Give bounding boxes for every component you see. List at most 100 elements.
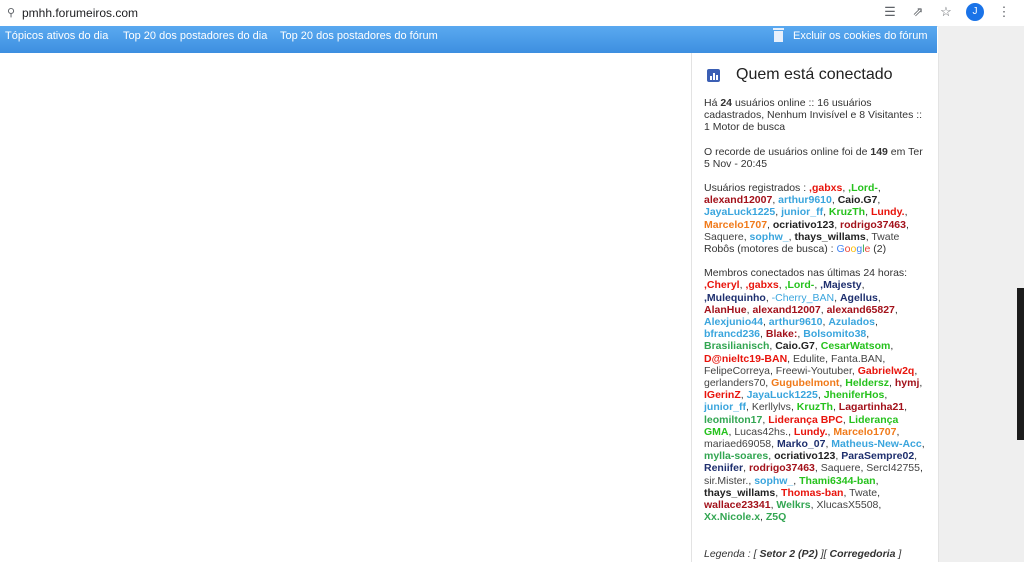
user-link[interactable]: rodrigo37463	[749, 462, 815, 474]
user-link[interactable]: junior_ff	[704, 401, 746, 413]
user-link[interactable]: Azulados	[828, 316, 875, 328]
user-link[interactable]: Alexjunio44	[704, 316, 763, 328]
address-bar-url[interactable]: pmhh.forumeiros.com	[22, 6, 138, 20]
user-link[interactable]: Kerllylvs	[752, 401, 791, 413]
nav-active-topics[interactable]: Tópicos ativos do dia	[5, 30, 108, 42]
lock-icon[interactable]: ⚲	[7, 6, 15, 19]
user-link[interactable]: ,Lord-	[785, 279, 815, 291]
user-link[interactable]: junior_ff	[781, 206, 823, 218]
user-link[interactable]: SercI42755	[866, 462, 920, 474]
legend-corregedoria[interactable]: Corregedoria	[830, 548, 896, 560]
user-link[interactable]: Matheus-New-Acc	[831, 438, 921, 450]
user-link[interactable]: -Cherry_BAN	[772, 292, 834, 304]
user-link[interactable]: alexand12007	[752, 304, 820, 316]
online-record: O recorde de usuários online foi de 149 …	[704, 145, 923, 170]
user-link[interactable]: Saquere	[821, 462, 861, 474]
user-link[interactable]: ocriativo123	[773, 219, 834, 231]
user-link[interactable]: XlucasX5508	[817, 499, 879, 511]
user-link[interactable]: D@nieltc19-BAN	[704, 353, 787, 365]
user-link[interactable]: Twate	[871, 231, 899, 243]
user-link[interactable]: sophw_	[750, 231, 789, 243]
user-link[interactable]: wallace23341	[704, 499, 771, 511]
user-link[interactable]: ,Mulequinho	[704, 292, 766, 304]
user-link[interactable]: Thomas-ban	[781, 487, 843, 499]
user-link[interactable]: alexand65827	[827, 304, 895, 316]
browser-bar: ⚲ pmhh.forumeiros.com ☰ ⇗ ☆ J ⋮	[0, 0, 1024, 27]
user-link[interactable]: thays_willams	[704, 487, 775, 499]
nav-top20-day[interactable]: Top 20 dos postadores do dia	[123, 30, 267, 42]
panel-title: Quem está conectado	[736, 66, 893, 83]
user-link[interactable]: KruzTh	[829, 206, 865, 218]
user-link[interactable]: Freewi-Youtuber	[776, 365, 852, 377]
user-link[interactable]: Brasilianisch	[704, 340, 769, 352]
user-link[interactable]: rodrigo37463	[840, 219, 906, 231]
legend-setor2[interactable]: Setor 2 (P2)	[759, 548, 817, 560]
user-link[interactable]: AlanHue	[704, 304, 747, 316]
profile-avatar[interactable]: J	[966, 3, 984, 21]
user-link[interactable]: Gugubelmont	[771, 377, 839, 389]
user-link[interactable]: Caio.G7	[838, 194, 878, 206]
user-link[interactable]: Agellus	[840, 292, 878, 304]
stats-chart-icon	[707, 68, 720, 82]
user-link[interactable]: hymj	[895, 377, 920, 389]
user-link[interactable]: FelipeCorreya	[704, 365, 770, 377]
user-link[interactable]: ,gabxs	[809, 182, 842, 194]
user-link[interactable]: Blake:	[766, 328, 798, 340]
user-link[interactable]: bfrancd236	[704, 328, 760, 340]
user-link[interactable]: Lagartinha21	[839, 401, 904, 413]
user-link[interactable]: Saquere	[704, 231, 744, 243]
user-link[interactable]: Heldersz	[845, 377, 889, 389]
user-link[interactable]: mariaed69058	[704, 438, 771, 450]
delete-cookies-link[interactable]: Excluir os cookies do fórum	[793, 30, 928, 42]
user-link[interactable]: mylla-soares	[704, 450, 768, 462]
user-link[interactable]: ,Majesty	[820, 279, 861, 291]
user-link[interactable]: leomilton17	[704, 414, 762, 426]
user-link[interactable]: Twate	[849, 487, 877, 499]
scrollbar-thumb[interactable]	[1017, 288, 1024, 440]
user-link[interactable]: Xx.Nicole.x	[704, 511, 760, 523]
user-link[interactable]: Welkrs	[776, 499, 810, 511]
translate-icon[interactable]: ☰	[882, 4, 898, 20]
user-link[interactable]: Caio.G7	[775, 340, 815, 352]
user-link[interactable]: Gabrielw2q	[858, 365, 915, 377]
user-link[interactable]: Thami6344-ban	[799, 475, 875, 487]
user-link[interactable]: Fanta.BAN	[831, 353, 882, 365]
user-link[interactable]: thays_willams	[794, 231, 865, 243]
user-link[interactable]: JayaLuck1225	[747, 389, 818, 401]
panel-header: Quem está conectado	[707, 66, 893, 84]
nav-top20-forum[interactable]: Top 20 dos postadores do fórum	[280, 30, 438, 42]
menu-kebab-icon[interactable]: ⋮	[996, 4, 1012, 20]
user-link[interactable]: JheniferHos	[824, 389, 885, 401]
user-link[interactable]: Edulite	[793, 353, 825, 365]
user-link[interactable]: sir.Mister.	[704, 475, 748, 487]
user-link[interactable]: ParaSempre02	[841, 450, 914, 462]
user-link[interactable]: arthur9610	[769, 316, 823, 328]
user-link[interactable]: CesarWatsom	[821, 340, 891, 352]
user-link[interactable]: arthur9610	[778, 194, 832, 206]
user-link[interactable]: ,gabxs	[745, 279, 778, 291]
user-link[interactable]: Bolsomito38	[803, 328, 866, 340]
user-link[interactable]: ,Cheryl	[704, 279, 740, 291]
user-link[interactable]: Marko_07	[777, 438, 825, 450]
user-link[interactable]: Z5Q	[766, 511, 786, 523]
trash-icon[interactable]	[773, 28, 784, 42]
user-link[interactable]: ocriativo123	[774, 450, 835, 462]
user-link[interactable]: IGerinZ	[704, 389, 741, 401]
user-link[interactable]: sophw_	[754, 475, 793, 487]
bookmark-star-icon[interactable]: ☆	[938, 4, 954, 20]
user-link[interactable]: Lucas42hs.	[734, 426, 788, 438]
open-external-icon[interactable]: ⇗	[910, 4, 926, 20]
user-link[interactable]: Marcelo1707	[833, 426, 896, 438]
user-link[interactable]: ,Lord-	[848, 182, 878, 194]
user-link[interactable]: JayaLuck1225	[704, 206, 775, 218]
user-link[interactable]: Lundy.	[871, 206, 905, 218]
user-link[interactable]: alexand12007	[704, 194, 772, 206]
google-logo-text: Google	[836, 243, 871, 256]
user-link[interactable]: gerlanders70	[704, 377, 765, 389]
user-link[interactable]: KruzTh	[797, 401, 833, 413]
user-link[interactable]: Lundy.	[794, 426, 828, 438]
user-link[interactable]: Marcelo1707	[704, 219, 767, 231]
who-is-online-panel: Quem está conectado Há 24 usuários onlin…	[691, 53, 939, 562]
user-link[interactable]: Liderança BPC	[768, 414, 843, 426]
user-link[interactable]: Reniifer	[704, 462, 743, 474]
